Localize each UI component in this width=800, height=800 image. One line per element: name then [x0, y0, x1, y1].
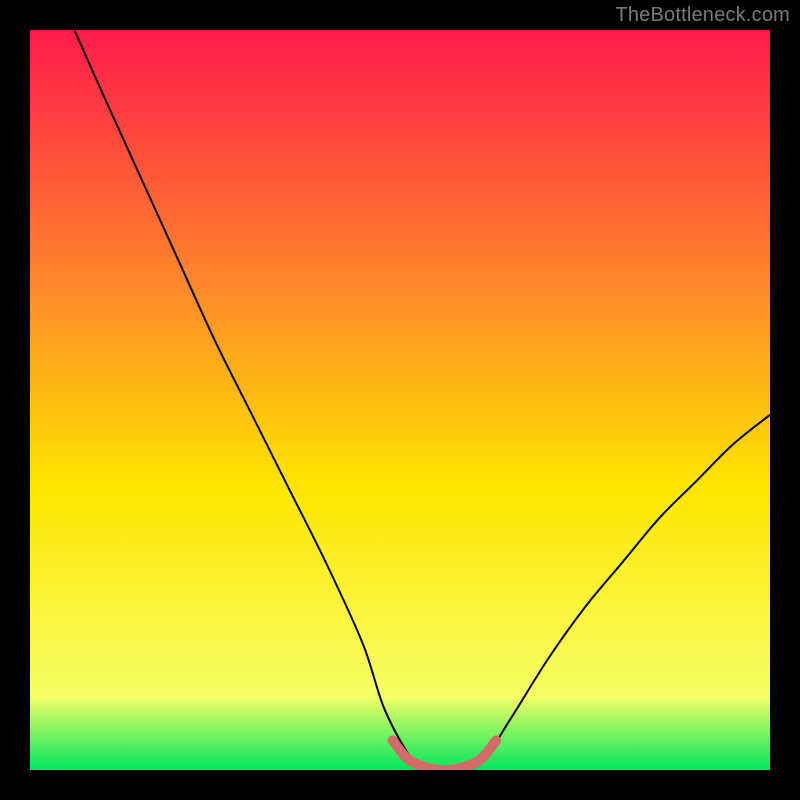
attribution-label: TheBottleneck.com	[615, 4, 790, 27]
chart-frame: TheBottleneck.com	[0, 0, 800, 800]
bottleneck-chart	[30, 30, 770, 770]
chart-background	[30, 30, 770, 770]
